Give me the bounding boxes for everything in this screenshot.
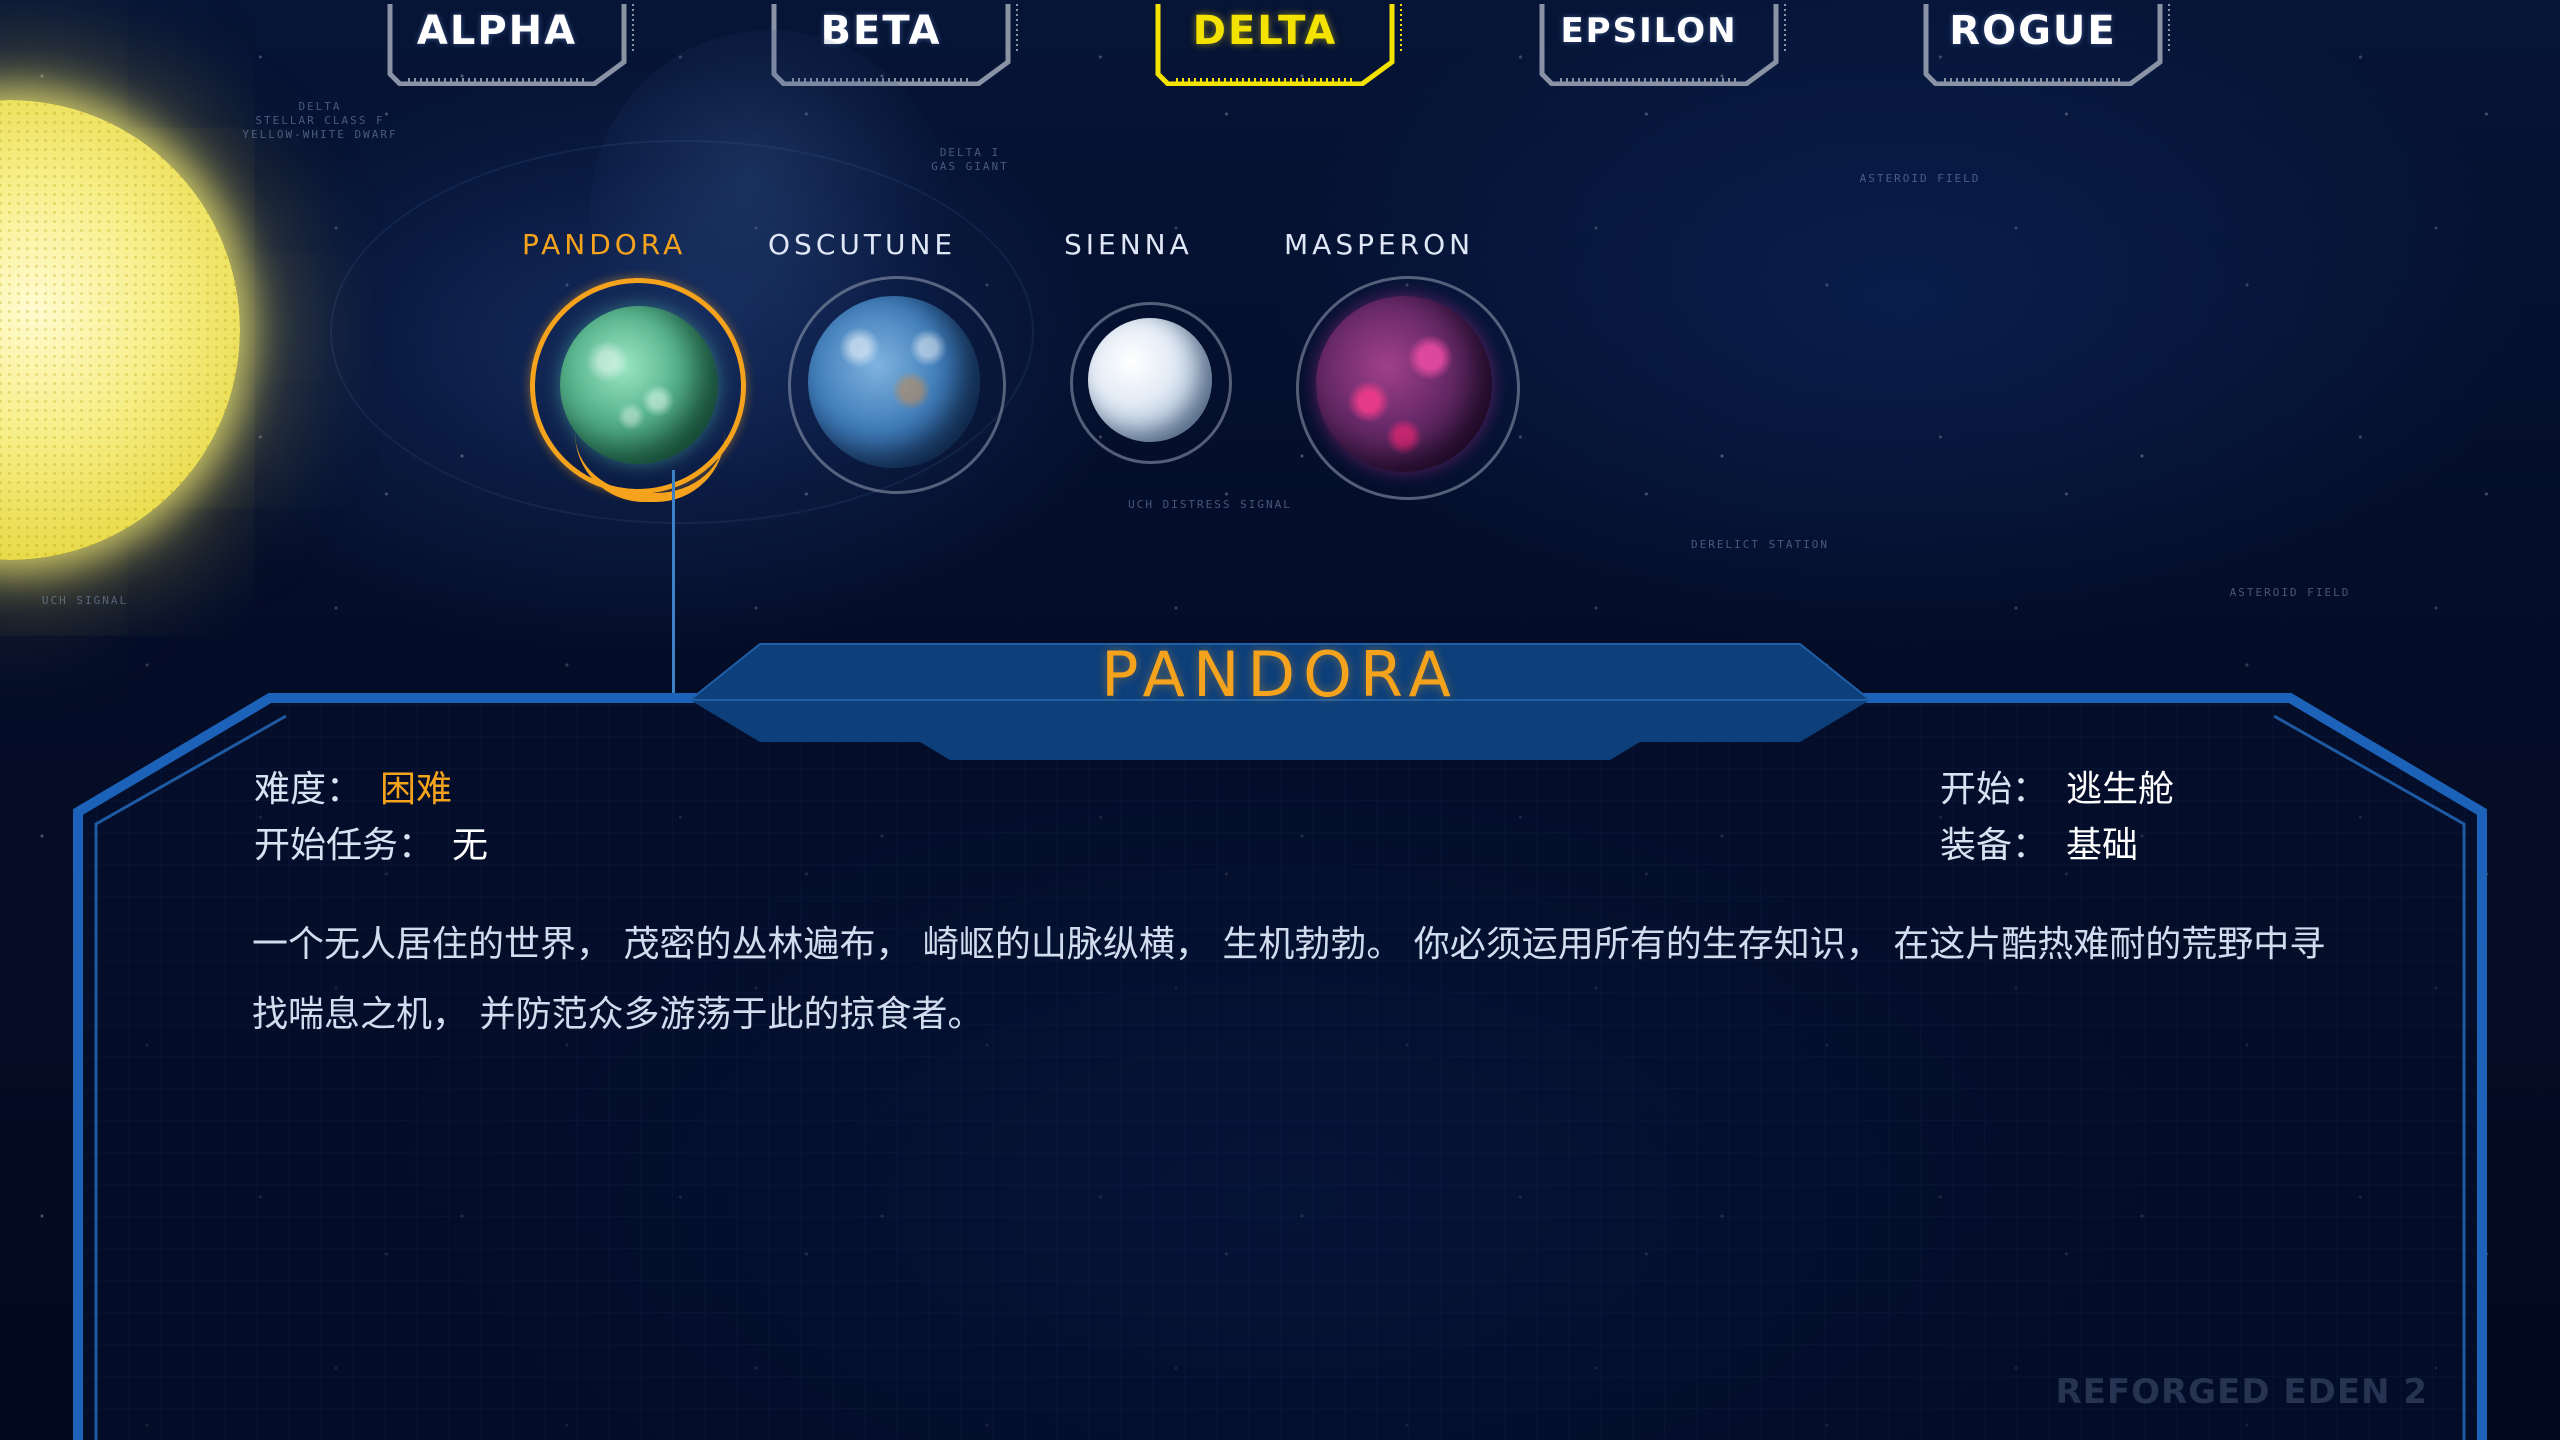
galaxy-map-screen: ALPHA BETA DELTA EPSILON ROGUE DELTA STE… [0, 0, 2560, 1440]
start-field: 开始： 逃生舱 [1940, 760, 2174, 812]
start-mission-field: 开始任务： 无 [254, 816, 488, 868]
difficulty-label: 难度： [254, 769, 363, 810]
equipment-label: 装备： [1940, 825, 2049, 866]
planet-description: 一个无人居住的世界， 茂密的丛林遍布， 崎岖的山脉纵横， 生机勃勃。 你必须运用… [252, 924, 2326, 1035]
equipment-value: 基础 [2066, 825, 2139, 866]
info-panel-frame [73, 643, 2487, 1440]
equipment-field: 装备： 基础 [1940, 816, 2138, 868]
difficulty-value: 困难 [380, 769, 453, 810]
start-label: 开始： [1940, 769, 2049, 810]
start-mission-value: 无 [452, 825, 489, 866]
selected-planet-title: PANDORA [1101, 638, 1459, 711]
start-mission-label: 开始任务： [254, 825, 435, 866]
difficulty-field: 难度： 困难 [254, 760, 452, 812]
game-logo-watermark: REFORGED EDEN 2 [2055, 1372, 2428, 1412]
start-value: 逃生舱 [2066, 769, 2175, 810]
